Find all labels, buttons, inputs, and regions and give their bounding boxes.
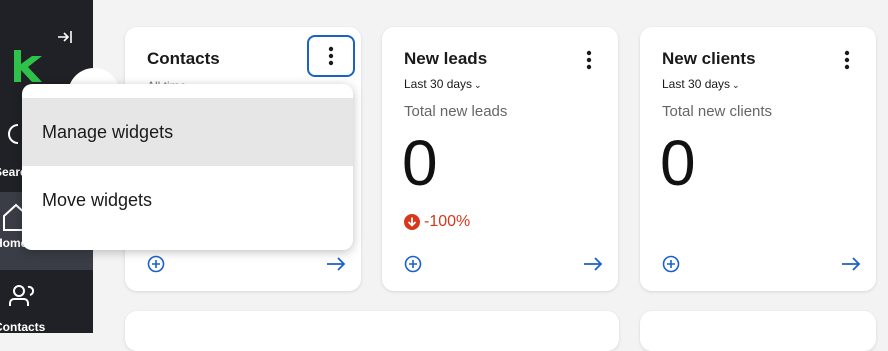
arrow-right-icon[interactable]: [582, 255, 604, 273]
widget-menu-button[interactable]: [572, 43, 606, 77]
chevron-down-icon: ⌄: [474, 80, 482, 90]
widget-description: Total new leads: [404, 103, 508, 120]
period-label: Last 30 days: [404, 77, 473, 91]
arrow-right-icon[interactable]: [840, 255, 862, 273]
more-vertical-icon: [328, 46, 334, 66]
widget-value: 0: [660, 127, 696, 199]
contacts-icon[interactable]: [8, 285, 38, 307]
add-icon[interactable]: [404, 255, 422, 273]
change-value: -100%: [424, 213, 471, 230]
widget-title: Contacts: [147, 49, 220, 68]
widget-menu-button[interactable]: [307, 35, 355, 77]
more-vertical-icon: [586, 50, 592, 70]
collapse-sidebar-icon[interactable]: [54, 27, 76, 49]
change-indicator: -100%: [404, 213, 470, 231]
arrow-down-circle-icon: [404, 214, 420, 230]
menu-item-move-widgets[interactable]: Move widgets: [22, 166, 353, 234]
add-icon[interactable]: [662, 255, 680, 273]
period-selector[interactable]: Last 30 days ⌄: [662, 77, 740, 91]
bottom-widget: [640, 311, 876, 351]
sidebar-item-label: Contacts: [0, 320, 46, 334]
widget-options-menu: Manage widgets Move widgets: [22, 84, 353, 250]
period-label: Last 30 days: [662, 77, 731, 91]
more-vertical-icon: [844, 50, 850, 70]
new-clients-widget: New clients Last 30 days ⌄ Total new clie…: [640, 27, 876, 291]
widget-menu-button[interactable]: [830, 43, 864, 77]
widget-description: Total new clients: [662, 103, 773, 120]
chevron-down-icon: ⌄: [732, 80, 740, 90]
period-selector[interactable]: Last 30 days ⌄: [404, 77, 482, 91]
arrow-right-icon[interactable]: [325, 255, 347, 273]
brand-logo[interactable]: [8, 48, 44, 84]
widget-value: 0: [402, 127, 438, 199]
widget-title: New leads: [404, 49, 488, 68]
new-leads-widget: New leads Last 30 days ⌄ Total new leads …: [382, 27, 618, 291]
search-icon[interactable]: [4, 122, 22, 146]
add-icon[interactable]: [147, 255, 165, 273]
widget-title: New clients: [662, 49, 756, 68]
bottom-widget: [125, 311, 619, 351]
menu-item-manage-widgets[interactable]: Manage widgets: [22, 98, 353, 166]
